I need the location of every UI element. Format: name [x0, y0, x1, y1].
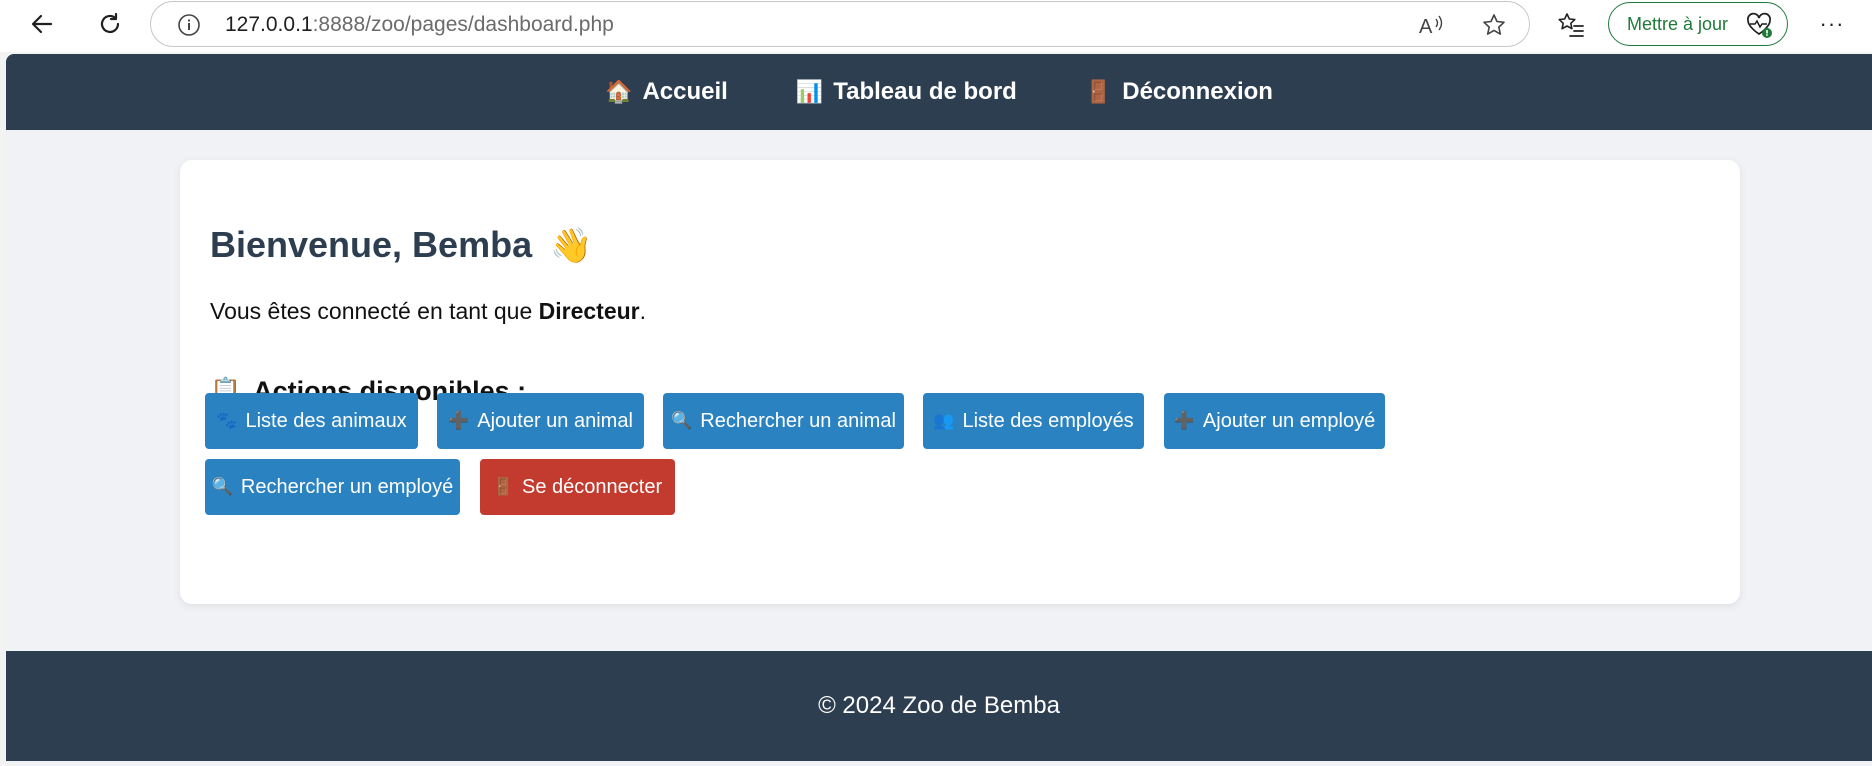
nav-link-label: Tableau de bord — [833, 78, 1017, 105]
url-host: 127.0.0.1 — [225, 13, 313, 36]
plus-icon: ➕ — [448, 411, 470, 430]
magnifier-icon: 🔍 — [211, 477, 233, 496]
button-label: Liste des animaux — [245, 409, 407, 432]
nav-link-dashboard[interactable]: 📊 Tableau de bord — [796, 78, 1017, 106]
add-animal-button[interactable]: ➕ Ajouter un animal — [437, 393, 644, 449]
site-info-icon[interactable] — [177, 13, 201, 37]
nav-link-accueil[interactable]: 🏠 Accueil — [605, 78, 728, 106]
button-label: Rechercher un animal — [700, 409, 896, 432]
browser-toolbar: 127.0.0.1:8888/zoo/pages/dashboard.php A… — [0, 0, 1872, 52]
reload-button[interactable] — [90, 6, 130, 42]
page-viewport: 🏠 Accueil 📊 Tableau de bord 🚪 Déconnexio… — [6, 54, 1872, 766]
role-suffix: . — [639, 298, 647, 324]
svg-text:A: A — [1419, 16, 1433, 37]
role-line: Vous êtes connecté en tant que Directeur… — [210, 298, 646, 325]
back-button[interactable] — [22, 6, 62, 42]
more-options-button[interactable]: ··· — [1812, 6, 1852, 42]
door-icon: 🚪 — [492, 477, 515, 496]
footer-text: © 2024 Zoo de Bemba — [818, 692, 1060, 719]
paw-prints-icon: 🐾 — [216, 411, 238, 430]
more-icon: ··· — [1819, 11, 1845, 36]
search-animal-button[interactable]: 🔍 Rechercher un animal — [663, 393, 904, 449]
button-label: Ajouter un animal — [477, 409, 633, 432]
bar-chart-icon: 📊 — [795, 79, 824, 104]
reload-icon — [100, 12, 120, 33]
favorite-star-icon[interactable] — [1481, 12, 1507, 38]
button-label: Rechercher un employé — [240, 475, 454, 498]
address-bar[interactable]: 127.0.0.1:8888/zoo/pages/dashboard.php A — [150, 1, 1530, 47]
update-label: Mettre à jour — [1627, 13, 1729, 34]
site-footer: © 2024 Zoo de Bemba — [6, 651, 1872, 761]
waving-hand-icon: 👋 — [550, 227, 593, 265]
read-aloud-icon[interactable]: A — [1417, 13, 1445, 37]
role-prefix: Vous êtes connecté en tant que — [210, 298, 539, 324]
nav-link-logout[interactable]: 🚪 Déconnexion — [1085, 78, 1273, 106]
plus-icon: ➕ — [1173, 411, 1195, 430]
door-icon: 🚪 — [1084, 79, 1113, 104]
role-value: Directeur — [538, 298, 640, 324]
url-text[interactable]: 127.0.0.1:8888/zoo/pages/dashboard.php — [225, 2, 614, 48]
nav-link-label: Accueil — [642, 78, 728, 105]
nav-link-label: Déconnexion — [1122, 78, 1273, 105]
back-arrow-icon — [31, 14, 53, 34]
dashboard-card: Bienvenue, Bemba 👋 Vous êtes connecté en… — [180, 160, 1740, 604]
welcome-heading: Bienvenue, Bemba 👋 — [210, 224, 592, 266]
heart-pulse-icon — [1747, 12, 1772, 38]
button-label: Ajouter un employé — [1202, 409, 1376, 432]
logout-button[interactable]: 🚪 Se déconnecter — [480, 459, 675, 515]
people-icon: 👥 — [933, 411, 955, 430]
search-employee-button[interactable]: 🔍 Rechercher un employé — [205, 459, 460, 515]
url-path: :8888/zoo/pages/dashboard.php — [312, 13, 614, 36]
list-employees-button[interactable]: 👥 Liste des employés — [923, 393, 1144, 449]
home-icon: 🏠 — [605, 79, 633, 104]
magnifier-icon: 🔍 — [671, 411, 693, 430]
update-browser-button[interactable]: Mettre à jour — [1608, 2, 1788, 46]
button-label: Se déconnecter — [522, 475, 663, 498]
welcome-text: Bienvenue, Bemba — [210, 224, 533, 265]
favorites-list-icon[interactable] — [1556, 10, 1586, 40]
button-label: Liste des employés — [962, 409, 1134, 432]
site-navbar: 🏠 Accueil 📊 Tableau de bord 🚪 Déconnexio… — [6, 54, 1872, 130]
add-employee-button[interactable]: ➕ Ajouter un employé — [1164, 393, 1385, 449]
list-animals-button[interactable]: 🐾 Liste des animaux — [205, 393, 418, 449]
